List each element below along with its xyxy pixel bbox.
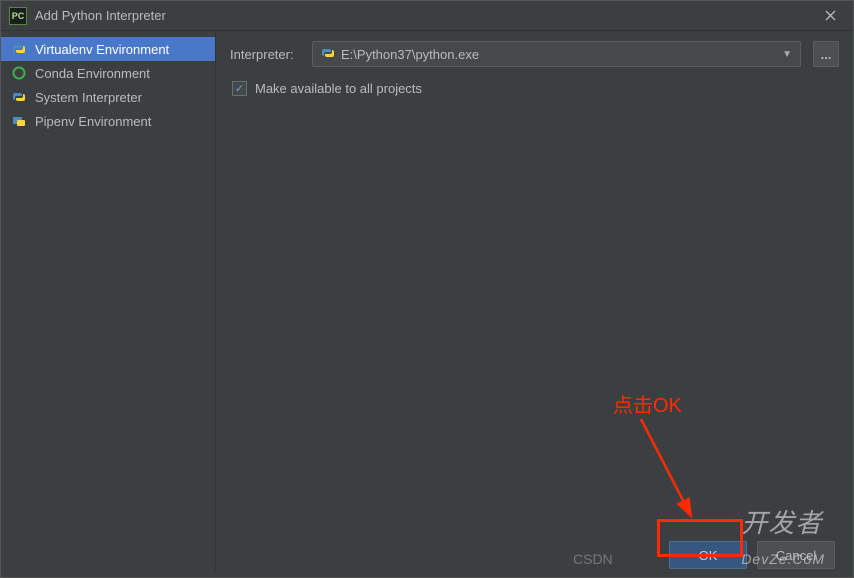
make-available-row: ✓ Make available to all projects	[230, 81, 839, 96]
app-icon: PC	[9, 7, 27, 25]
sidebar-item-label: System Interpreter	[35, 90, 142, 105]
make-available-label: Make available to all projects	[255, 81, 422, 96]
interpreter-row: Interpreter: E:\Python37\python.exe ▼ ..…	[230, 41, 839, 67]
interpreter-label: Interpreter:	[230, 47, 300, 62]
conda-icon	[11, 65, 27, 81]
watermark-csdn: CSDN	[573, 551, 613, 567]
sidebar-item-system[interactable]: System Interpreter	[1, 85, 215, 109]
sidebar: Virtualenv Environment Conda Environment…	[1, 31, 216, 571]
annotation-label: 点击OK	[613, 389, 682, 418]
content-panel: Interpreter: E:\Python37\python.exe ▼ ..…	[216, 31, 853, 571]
browse-button[interactable]: ...	[813, 41, 839, 67]
make-available-checkbox[interactable]: ✓	[232, 81, 247, 96]
sidebar-item-virtualenv[interactable]: Virtualenv Environment	[1, 37, 215, 61]
python-icon	[321, 46, 335, 63]
interpreter-dropdown[interactable]: E:\Python37\python.exe ▼	[312, 41, 801, 67]
close-icon[interactable]	[815, 1, 845, 31]
sidebar-item-pipenv[interactable]: Pipenv Environment	[1, 109, 215, 133]
sidebar-item-label: Virtualenv Environment	[35, 42, 169, 57]
sidebar-item-conda[interactable]: Conda Environment	[1, 61, 215, 85]
pipenv-icon	[11, 113, 27, 129]
annotation-ok-highlight	[657, 519, 743, 557]
python-icon	[11, 41, 27, 57]
window-title: Add Python Interpreter	[35, 8, 815, 23]
sidebar-item-label: Conda Environment	[35, 66, 150, 81]
python-icon	[11, 89, 27, 105]
titlebar: PC Add Python Interpreter	[1, 1, 853, 31]
sidebar-item-label: Pipenv Environment	[35, 114, 151, 129]
interpreter-value: E:\Python37\python.exe	[341, 47, 776, 62]
watermark-devze: 开发者DevZe.CoM	[741, 503, 825, 571]
chevron-down-icon: ▼	[782, 49, 792, 60]
main-area: Virtualenv Environment Conda Environment…	[1, 31, 853, 571]
